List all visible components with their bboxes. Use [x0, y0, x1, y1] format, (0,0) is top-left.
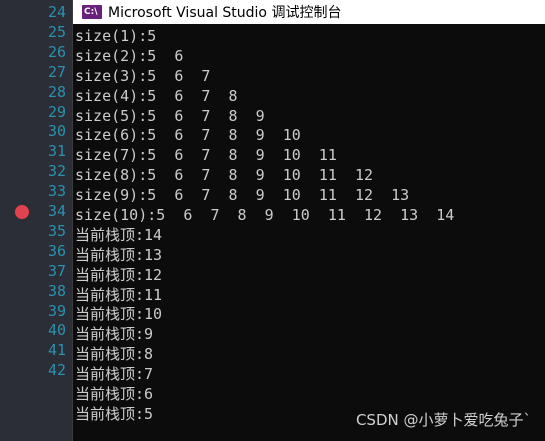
line-number: 31 [48, 142, 67, 161]
console-line: 当前栈顶:14 [75, 225, 163, 244]
console-line: 当前栈顶:10 [75, 305, 163, 324]
breakpoint-icon[interactable] [15, 205, 29, 219]
console-line: size(5):5 6 7 8 9 [75, 106, 265, 125]
line-number: 35 [48, 221, 67, 240]
console-line: 当前栈顶:7 [75, 365, 154, 384]
console-line: size(4):5 6 7 8 [75, 86, 238, 105]
line-number: 24 [48, 3, 67, 21]
line-number: 28 [48, 82, 67, 101]
line-number: 42 [48, 361, 67, 380]
console-titlebar[interactable]: C:\ Microsoft Visual Studio 调试控制台 [73, 0, 545, 24]
console-line: size(8):5 6 7 8 9 10 11 12 [75, 166, 374, 185]
console-title: Microsoft Visual Studio 调试控制台 [108, 5, 342, 21]
console-line: size(2):5 6 [75, 46, 184, 65]
debug-console-window: C:\ Microsoft Visual Studio 调试控制台 size(1… [73, 0, 545, 441]
editor-gutter: 24 25 26 27 28 29 30 31 32 33 34 35 36 37 38 39 40 41 42 [0, 0, 73, 441]
console-line: 当前栈顶:9 [75, 325, 154, 344]
console-line: 当前栈顶:8 [75, 345, 154, 364]
line-number: 26 [48, 42, 67, 61]
screen: 24 25 26 27 28 29 30 31 32 33 34 35 36 37 38 39 40 41 42 C… [0, 0, 545, 441]
line-number: 40 [48, 321, 67, 340]
line-number: 37 [48, 261, 67, 280]
line-number: 39 [48, 301, 67, 320]
line-number: 25 [48, 22, 67, 41]
console-line: size(6):5 6 7 8 9 10 [75, 126, 301, 145]
console-line: size(1):5 [75, 27, 157, 45]
line-number: 36 [48, 241, 67, 260]
line-number: 38 [48, 281, 67, 300]
console-line: size(3):5 6 7 [75, 66, 211, 85]
line-number: 27 [48, 62, 67, 81]
console-line: size(10):5 6 7 8 9 10 11 12 13 14 [75, 206, 455, 225]
vs-console-icon: C:\ [82, 5, 102, 19]
line-number: 30 [48, 122, 67, 141]
console-line: 当前栈顶:13 [75, 245, 163, 264]
console-line: 当前栈顶:6 [75, 385, 154, 404]
console-line: size(9):5 6 7 8 9 10 11 12 13 [75, 186, 410, 205]
line-number: 41 [48, 341, 67, 360]
console-output[interactable]: size(1):5 size(2):5 6 size(3):5 6 7 size(4)… [75, 27, 545, 425]
line-number: 29 [48, 102, 67, 121]
line-number: 34 [48, 202, 67, 220]
line-number: 33 [48, 182, 67, 201]
line-number: 32 [48, 162, 67, 181]
console-line: size(7):5 6 7 8 9 10 11 [75, 146, 337, 165]
console-line: 当前栈顶:12 [75, 265, 163, 284]
watermark: CSDN @小萝卜爱吃兔子` [355, 411, 531, 429]
console-line: 当前栈顶:11 [75, 285, 163, 304]
